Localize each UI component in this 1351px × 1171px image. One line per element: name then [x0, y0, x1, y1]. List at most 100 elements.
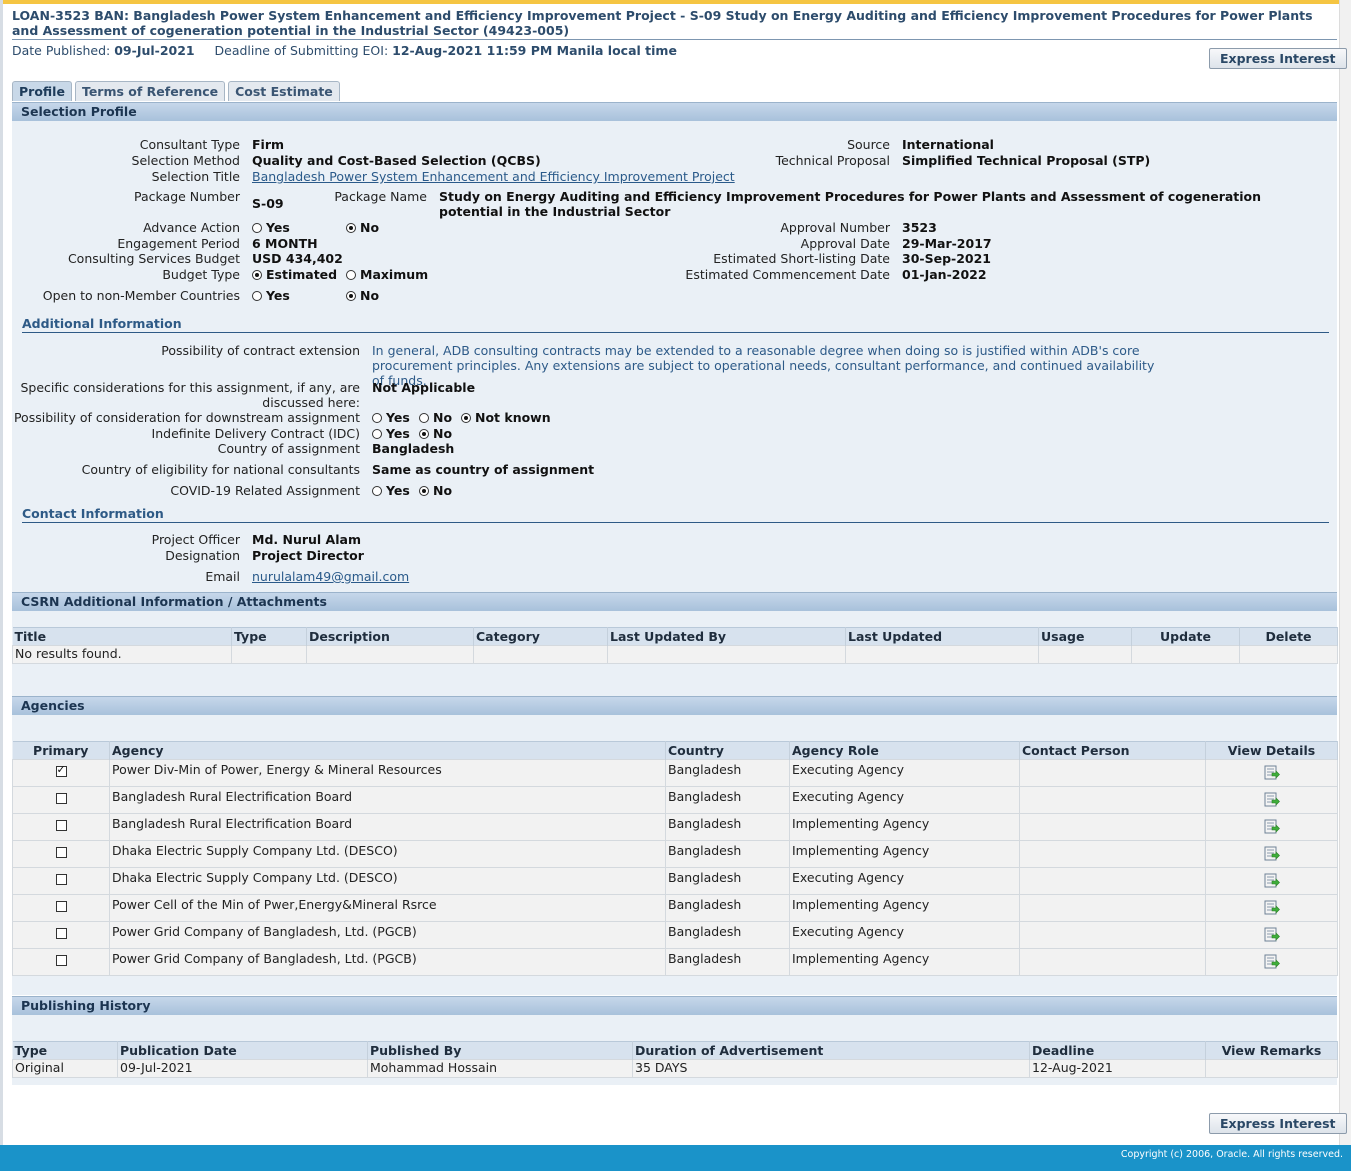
table-row: Bangladesh Rural Electrification Board Ba… — [12, 786, 1338, 814]
tab-profile[interactable]: Profile — [12, 81, 72, 101]
agency-country: Bangladesh — [665, 813, 790, 841]
column-header: Type — [12, 1041, 118, 1060]
advance-action-yes-radio[interactable]: Yes — [252, 220, 290, 235]
history-header-row: Type Publication Date Published By Durat… — [12, 1041, 1338, 1060]
idc-no-radio[interactable]: No — [419, 426, 452, 441]
additional-info-heading: Additional Information — [22, 317, 1329, 333]
primary-checkbox[interactable] — [55, 820, 67, 831]
country-of-assignment: Bangladesh — [372, 441, 455, 456]
contact-person — [1019, 840, 1206, 868]
view-details-icon[interactable] — [1264, 765, 1280, 780]
selection-title-link[interactable]: Bangladesh Power System Enhancement and … — [252, 169, 735, 184]
date-published-label: Date Published: — [12, 43, 111, 58]
agency-name: Bangladesh Rural Electrification Board — [109, 813, 666, 841]
view-details-icon[interactable] — [1264, 846, 1280, 861]
express-interest-button-bottom[interactable]: Express Interest — [1209, 1113, 1347, 1134]
eligibility: Same as country of assignment — [372, 462, 595, 477]
shortlisting-date-label: Estimated Short-listing Date — [713, 251, 890, 266]
contact-person — [1019, 921, 1206, 949]
view-details-cell — [1205, 894, 1338, 922]
downstream-no-radio[interactable]: No — [419, 410, 452, 425]
column-header[interactable]: Last Updated By — [607, 627, 846, 646]
view-details-icon[interactable] — [1264, 873, 1280, 888]
view-details-icon[interactable] — [1264, 927, 1280, 942]
column-header[interactable]: Description — [306, 627, 474, 646]
primary-checkbox[interactable] — [55, 874, 67, 885]
radio-label: Yes — [266, 288, 290, 303]
column-header: Country — [665, 741, 790, 760]
radio-label: Yes — [386, 426, 410, 441]
primary-cell — [12, 813, 110, 841]
radio-label: Yes — [386, 410, 410, 425]
table-cell — [473, 645, 608, 664]
primary-checkbox[interactable] — [55, 901, 67, 912]
advance-action-no-radio[interactable]: No — [346, 220, 379, 235]
covid-yes-radio[interactable]: Yes — [372, 483, 410, 498]
idc-yes-radio[interactable]: Yes — [372, 426, 410, 441]
agency-role: Executing Agency — [789, 759, 1020, 787]
non-member-yes-radio[interactable]: Yes — [252, 288, 290, 303]
designation-label: Designation — [165, 548, 240, 563]
non-member-label: Open to non-Member Countries — [42, 288, 240, 303]
column-header[interactable]: Title — [12, 627, 232, 646]
specific-considerations-label: Specific considerations for this assignm… — [21, 380, 361, 410]
radio-label: Yes — [386, 483, 410, 498]
attachments-table: Title Type Description Category Last Upd… — [12, 627, 1338, 664]
project-officer: Md. Nurul Alam — [252, 532, 361, 547]
covid-label: COVID-19 Related Assignment — [170, 483, 360, 498]
radio-label: Estimated — [266, 267, 338, 282]
agencies-header-row: Primary Agency Country Agency Role Conta… — [12, 741, 1338, 760]
page-title: LOAN-3523 BAN: Bangladesh Power System E… — [12, 8, 1337, 40]
column-header[interactable]: Category — [473, 627, 608, 646]
primary-checkbox[interactable] — [55, 928, 67, 939]
email-link[interactable]: nurulalam49@gmail.com — [252, 569, 409, 584]
radio-label: No — [433, 410, 453, 425]
view-details-cell — [1205, 948, 1338, 976]
radio-icon — [252, 290, 262, 301]
vertical-scrollbar[interactable] — [1339, 0, 1351, 1171]
agencies-heading: Agencies — [12, 696, 1337, 715]
column-header[interactable]: Last Updated — [845, 627, 1039, 646]
idc-label: Indefinite Delivery Contract (IDC) — [151, 426, 360, 441]
tab-terms-of-reference[interactable]: Terms of Reference — [74, 81, 226, 101]
primary-checkbox[interactable] — [55, 955, 67, 966]
agency-name: Power Cell of the Min of Pwer,Energy&Min… — [109, 894, 666, 922]
downstream-not-known-radio[interactable]: Not known — [461, 410, 551, 425]
budget-estimated-radio[interactable]: Estimated — [252, 267, 337, 282]
express-interest-button-top[interactable]: Express Interest — [1209, 48, 1347, 69]
package-number-label: Package Number — [134, 189, 240, 204]
primary-checkbox[interactable] — [55, 847, 67, 858]
agency-name: Dhaka Electric Supply Company Ltd. (DESC… — [109, 867, 666, 895]
view-details-cell — [1205, 840, 1338, 868]
radio-icon — [372, 412, 382, 423]
engagement-period-label: Engagement Period — [117, 236, 240, 251]
view-remarks-cell — [1205, 1059, 1338, 1078]
downstream-label: Possibility of consideration for downstr… — [13, 410, 360, 425]
column-header: View Details — [1205, 741, 1338, 760]
view-details-icon[interactable] — [1264, 954, 1280, 969]
downstream-yes-radio[interactable]: Yes — [372, 410, 410, 425]
view-details-icon[interactable] — [1264, 900, 1280, 915]
primary-checkbox[interactable] — [55, 793, 67, 804]
table-row: Original 09-Jul-2021 Mohammad Hossain 35… — [12, 1059, 1338, 1078]
agency-country: Bangladesh — [665, 840, 790, 868]
agency-role: Implementing Agency — [789, 813, 1020, 841]
commencement-date-label: Estimated Commencement Date — [685, 267, 890, 282]
primary-cell — [12, 894, 110, 922]
table-row: Dhaka Electric Supply Company Ltd. (DESC… — [12, 840, 1338, 868]
column-header: Published By — [367, 1041, 633, 1060]
view-details-icon[interactable] — [1264, 792, 1280, 807]
top-accent-bar — [0, 0, 1351, 4]
covid-no-radio[interactable]: No — [419, 483, 452, 498]
column-header: Publication Date — [117, 1041, 368, 1060]
commencement-date: 01-Jan-2022 — [902, 267, 987, 282]
agency-name: Power Grid Company of Bangladesh, Ltd. (… — [109, 921, 666, 949]
budget-maximum-radio[interactable]: Maximum — [346, 267, 428, 282]
primary-checkbox[interactable] — [55, 763, 67, 777]
view-details-icon[interactable] — [1264, 819, 1280, 834]
column-header: Update — [1131, 627, 1240, 646]
non-member-no-radio[interactable]: No — [346, 288, 379, 303]
column-header[interactable]: Type — [231, 627, 307, 646]
tab-cost-estimate[interactable]: Cost Estimate — [228, 81, 340, 101]
technical-proposal-label: Technical Proposal — [775, 153, 890, 168]
